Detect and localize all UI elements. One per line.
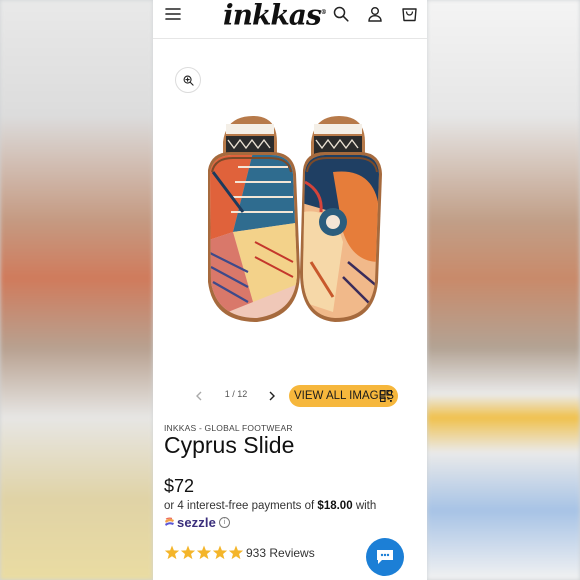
installment-text: or 4 interest-free payments of $18.00 wi… [164, 500, 376, 512]
sezzle-logo[interactable]: sezzle i [164, 514, 230, 530]
chat-bubble-icon[interactable] [366, 538, 404, 576]
star-icon [212, 545, 228, 560]
installment-amount: $18.00 [317, 500, 353, 512]
installment-suffix: with [355, 500, 377, 512]
product-image[interactable] [193, 112, 383, 334]
star-icon [228, 545, 244, 560]
mobile-page: inkkas® 1 / 12 VIEW ALL IMAGES INKKAS - … [153, 0, 427, 580]
sezzle-wordmark: sezzle [177, 514, 216, 530]
product-price: $72 [164, 476, 195, 496]
reviews-link[interactable]: 933 Reviews [246, 546, 315, 560]
image-counter: 1 / 12 [224, 389, 248, 399]
bag-icon[interactable] [397, 2, 421, 26]
star-rating-icons [164, 545, 244, 560]
qr-grid-icon [380, 390, 392, 402]
site-header: inkkas® [153, 0, 427, 39]
brand-logo[interactable]: inkkas® [223, 0, 327, 30]
star-icon [180, 545, 196, 560]
chevron-right-icon[interactable] [264, 388, 280, 404]
user-icon[interactable] [363, 2, 387, 26]
view-all-images-label: VIEW ALL IMAGES [294, 390, 394, 402]
star-icon [196, 545, 212, 560]
blurred-background-right [427, 0, 580, 580]
view-all-images-button[interactable]: VIEW ALL IMAGES [289, 385, 398, 407]
installment-prefix: or 4 interest-free payments of [164, 500, 315, 512]
hamburger-icon[interactable] [161, 2, 185, 26]
gallery-navigation: 1 / 12 VIEW ALL IMAGES [153, 385, 427, 407]
zoom-in-icon[interactable] [175, 67, 201, 93]
info-icon[interactable]: i [218, 516, 230, 528]
star-icon [164, 545, 180, 560]
rating-stars[interactable] [164, 545, 244, 561]
search-icon[interactable] [329, 2, 353, 26]
product-title: Cyprus Slide [164, 432, 295, 458]
blurred-background-left [0, 0, 153, 580]
sezzle-mark-icon [165, 517, 174, 526]
chevron-left-icon[interactable] [191, 388, 207, 404]
